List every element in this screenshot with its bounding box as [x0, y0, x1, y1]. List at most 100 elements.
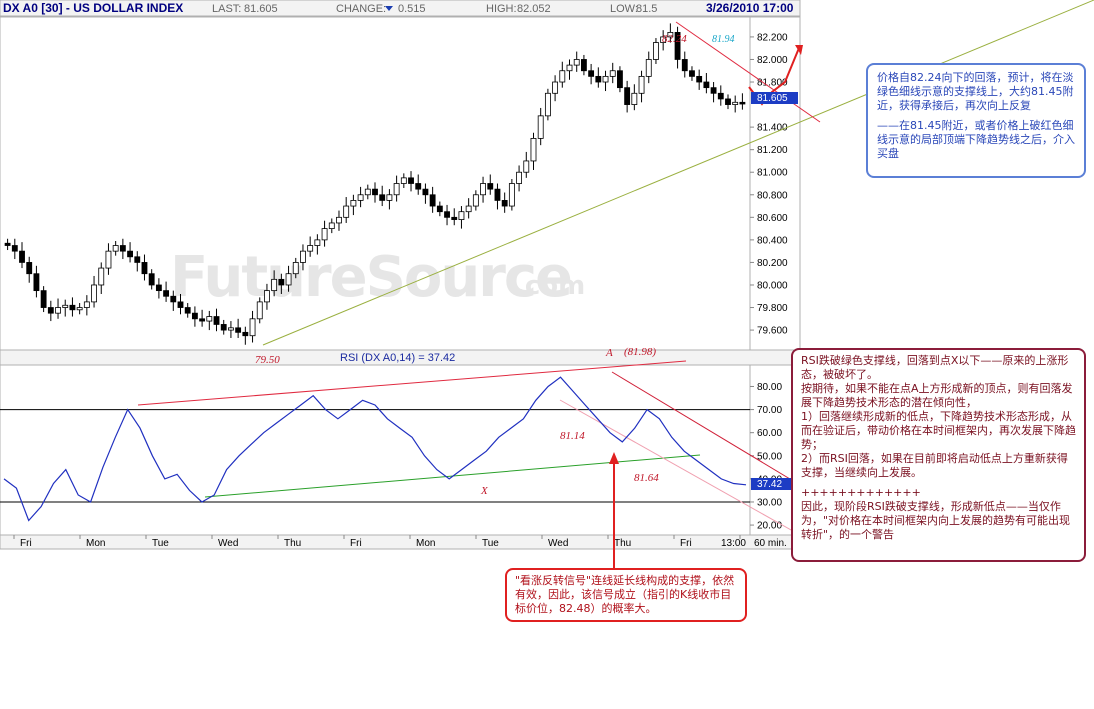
candle-body	[573, 59, 580, 66]
change-label: CHANGE:	[336, 3, 386, 15]
candle-body	[609, 70, 616, 77]
candle-body	[487, 183, 494, 190]
candle-body	[285, 273, 292, 286]
candle-body	[141, 262, 148, 275]
candle-body	[76, 307, 83, 311]
x-tick-label: 13:00	[721, 538, 746, 549]
watermark-suffix: .com	[515, 271, 585, 301]
candle-body	[422, 188, 429, 196]
candle-body	[256, 301, 263, 320]
candle-body	[307, 245, 314, 252]
candle-body	[33, 273, 40, 292]
x-axis-unit: 60 min.	[754, 538, 787, 549]
candle-body	[725, 98, 731, 105]
point-a-label: A	[605, 347, 613, 359]
candle-body	[631, 92, 638, 105]
rsi-title: RSI (DX A0,14) = 37.42	[340, 352, 455, 364]
price-tick-label: 80.800	[757, 190, 788, 201]
candle-body	[681, 59, 688, 72]
price-tick-label: 79.600	[757, 326, 788, 337]
note-darkred-para-4: 2）而RSI回落，如果在目前即将启动低点上方重新获得支撑，当继续向上发展。	[801, 452, 1068, 479]
x-tick-label: Tue	[482, 538, 499, 549]
candle-body	[516, 171, 522, 184]
symbol-title: DX A0 [30] - US DOLLAR INDEX	[3, 1, 183, 15]
x-tick-label: Mon	[416, 538, 435, 549]
candle-body	[357, 194, 364, 201]
note-box-rsi-analysis: RSI跌破绿色支撑线，回落到点X以下——原来的上涨形态，被破坏了。 按期待，如果…	[791, 348, 1086, 562]
rsi-tick-label: 20.00	[757, 521, 782, 532]
candle-body	[415, 183, 422, 190]
x-tick-label: Thu	[614, 538, 631, 549]
x-tick-label: Fri	[350, 538, 362, 549]
point-a-value: (81.98)	[624, 346, 656, 358]
candle-body	[127, 250, 133, 258]
x-tick-label: Fri	[680, 538, 692, 549]
candle-body	[696, 75, 703, 83]
candle-body	[544, 92, 551, 117]
high-value: 82.052	[517, 3, 551, 15]
note-box-price-projection: 价格自82.24向下的回落，预计，将在淡绿色细线示意的支撑线上，大约81.45附…	[866, 63, 1086, 178]
last-value: 81.605	[244, 3, 278, 15]
candle-body	[47, 307, 54, 314]
candle-body	[350, 200, 357, 207]
rsi-annotation-81-14: 81.14	[560, 430, 585, 442]
candle-body	[508, 183, 515, 207]
price-tick-label: 81.000	[757, 168, 788, 179]
x-tick-label: Fri	[20, 538, 32, 549]
candle-body	[321, 228, 328, 241]
low-value: 81.5	[636, 3, 657, 15]
x-tick-label: Wed	[548, 538, 568, 549]
candle-body	[436, 205, 443, 213]
candle-body	[91, 284, 97, 303]
candle-body	[523, 160, 530, 173]
candle-body	[393, 183, 400, 196]
candle-body	[602, 75, 609, 83]
candle-body	[4, 242, 11, 246]
candle-body	[638, 75, 645, 94]
note-blue-para-2: ——在81.45附近，或者价格上破红色细线示意的局部顶端下降趋势线之后，介入买盘	[877, 119, 1075, 160]
candle-body	[444, 211, 450, 218]
candle-body	[566, 64, 573, 72]
price-tick-label: 82.000	[757, 55, 788, 66]
candle-body	[653, 42, 659, 60]
candle-body	[703, 81, 710, 89]
candle-body	[364, 188, 371, 196]
candle-body	[40, 290, 47, 308]
candle-body	[379, 194, 386, 201]
candle-body	[26, 262, 33, 275]
rsi-annotation-81-64: 81.64	[634, 472, 659, 484]
x-tick-label: Thu	[284, 538, 301, 549]
candle-body	[271, 278, 278, 292]
candle-body	[242, 331, 249, 337]
candle-body	[336, 216, 342, 224]
candle-body	[739, 101, 746, 105]
price-tick-label: 81.200	[757, 145, 788, 156]
rsi-tick-label: 80.00	[757, 382, 782, 393]
candle-body	[155, 284, 162, 292]
candle-body	[119, 245, 126, 252]
candle-body	[249, 318, 256, 337]
rsi-tick-label: 30.00	[757, 497, 782, 508]
price-tick-label: 80.600	[757, 213, 788, 224]
point-x-label: X	[480, 485, 489, 497]
high-label: HIGH:	[486, 3, 517, 15]
candle-body	[386, 194, 393, 201]
pivot-annotation: 81.94	[712, 34, 735, 45]
candle-body	[400, 177, 407, 184]
candle-body	[465, 205, 472, 213]
price-tick-label: 82.200	[757, 32, 788, 43]
x-tick-label: Wed	[218, 538, 238, 549]
low-annotation: 79.50	[255, 354, 280, 366]
candle-body	[206, 316, 213, 322]
price-tick-label: 80.000	[757, 280, 788, 291]
candle-body	[314, 239, 321, 246]
price-tick-label: 79.800	[757, 303, 788, 314]
candle-body	[530, 137, 537, 162]
note-box-reversal-signal: "看涨反转信号"连线延长线构成的支撑，依然有效，因此，该信号成立（指引的K线收市…	[505, 568, 747, 622]
price-tick-label: 80.400	[757, 235, 788, 246]
candle-body	[595, 75, 602, 83]
candle-body	[134, 256, 141, 263]
note-blue-para-1: 价格自82.24向下的回落，预计，将在淡绿色细线示意的支撑线上，大约81.45附…	[877, 71, 1074, 112]
candle-body	[501, 200, 508, 207]
candle-body	[199, 318, 206, 322]
